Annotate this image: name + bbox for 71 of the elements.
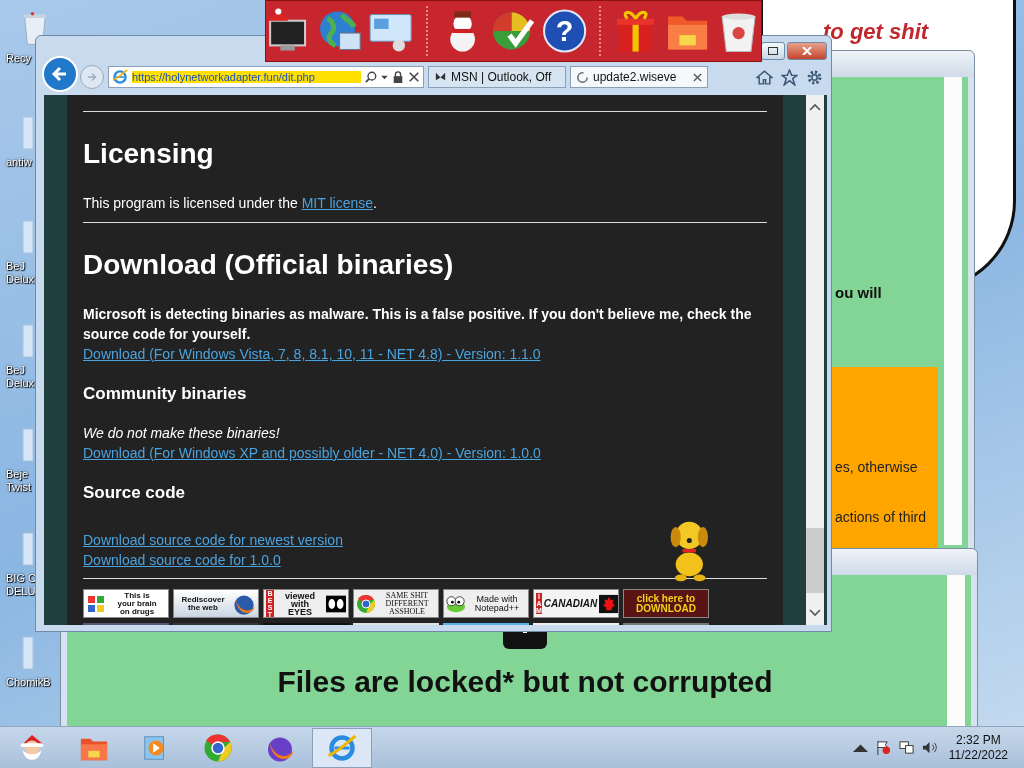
badge-text: This is your brain on drugs	[116, 591, 158, 616]
badge-text: CANADIAN	[543, 599, 598, 608]
eyes-icon	[326, 593, 346, 614]
help-icon[interactable]: ?	[542, 8, 588, 54]
locked-message: Files are locked* but not corrupted	[277, 665, 773, 699]
license-text: This program is licensed under the MIT license.	[83, 194, 377, 213]
web-badge[interactable]: Made with Notepad++	[443, 589, 529, 618]
license-link[interactable]: MIT license	[301, 195, 373, 211]
notice-text: actions of third	[835, 509, 927, 525]
arrow-right-icon	[85, 70, 99, 84]
taskbar-button[interactable]	[312, 727, 372, 768]
scrollbar[interactable]	[806, 95, 824, 625]
maple-leaf-icon	[599, 593, 618, 614]
section-heading: Download (Official binaries)	[83, 249, 454, 281]
browser-tab[interactable]: update2.wiseve	[570, 66, 708, 88]
scroll-thumb[interactable]	[806, 528, 824, 593]
warning-text: Microsoft is detecting binaries as malware. This is a false positive. If you don't believe me, check the source code for yourself.	[83, 305, 753, 344]
clock-date: 11/22/2022	[948, 747, 1008, 763]
web-badge[interactable]: SAME SHIT DIFFERENT ASSHOLE	[353, 589, 439, 618]
star-icon[interactable]	[781, 68, 798, 86]
note-text: We do not make these binaries!	[83, 424, 280, 443]
windows-logo-icon	[86, 593, 106, 614]
home-icon[interactable]	[756, 68, 773, 86]
badge-text: viewed with EYES	[284, 591, 316, 616]
network-icon[interactable]	[898, 740, 914, 755]
close-icon[interactable]	[408, 71, 420, 83]
url-text[interactable]: https://holynetworkadapter.fun/dit.php	[132, 71, 361, 83]
browser-logo-icon	[112, 69, 128, 85]
maximize-button[interactable]	[761, 42, 785, 60]
badge-text: Rediscover the web	[180, 595, 226, 612]
settings-icon[interactable]	[806, 68, 823, 86]
chrome-logo-icon	[356, 593, 376, 614]
clock[interactable]: 2:32 PM 11/22/2022	[948, 732, 1008, 763]
subsection-heading: Community binaries	[83, 384, 247, 404]
maximize-icon	[768, 47, 778, 55]
tab-title: MSN | Outlook, Off	[451, 70, 553, 84]
web-badge[interactable]: click here to DOWNLOAD	[623, 589, 709, 618]
scroll-up-icon[interactable]	[809, 103, 821, 111]
address-bar[interactable]: https://holynetworkadapter.fun/dit.php	[108, 66, 424, 88]
search-icon[interactable]	[365, 71, 377, 83]
badge-text: SAME SHIT DIFFERENT ASSHOLE	[384, 591, 430, 616]
frog-icon	[446, 593, 466, 614]
download-link[interactable]: Download (For Windows XP and possibly older - NET 4.0) - Version: 1.0.0	[83, 443, 541, 463]
tab-title: update2.wiseve	[593, 70, 678, 84]
scrollbar[interactable]	[947, 575, 965, 727]
clock-time: 2:32 PM	[956, 732, 1001, 748]
scrollbar[interactable]	[944, 77, 962, 545]
bold-text: ou will	[835, 284, 882, 301]
browser-tab[interactable]: MSN | Outlook, Off	[428, 66, 566, 88]
notice-text: es, otherwise	[835, 459, 918, 475]
source-link[interactable]: Download source code for newest version	[83, 530, 343, 550]
close-button[interactable]	[787, 42, 827, 60]
flag-icon[interactable]	[875, 740, 891, 755]
loading-icon	[576, 70, 589, 84]
source-link[interactable]: Download source code for 1.0.0	[83, 550, 281, 570]
speaker-icon[interactable]	[921, 740, 937, 755]
badge-text: click here to DOWNLOAD	[635, 593, 697, 614]
section-heading: Licensing	[83, 138, 214, 170]
lock-icon[interactable]	[392, 71, 404, 83]
web-badge[interactable]: This is your brain on drugs	[83, 589, 169, 618]
browser-logo-icon	[327, 732, 357, 763]
back-button[interactable]	[42, 56, 78, 92]
badge-text: Made with Notepad++	[473, 594, 521, 613]
subsection-heading: Source code	[83, 483, 186, 503]
dropdown-icon[interactable]	[381, 74, 388, 80]
download-link[interactable]: Download (For Windows Vista, 7, 8, 8.1, 10, 11 - NET 4.8) - Version: 1.1.0	[83, 344, 541, 364]
close-tab-icon[interactable]	[693, 72, 702, 82]
chrome-logo-icon	[203, 732, 233, 763]
web-badge[interactable]: Rediscover the web	[173, 589, 259, 618]
scroll-down-icon[interactable]	[809, 609, 821, 617]
close-icon	[802, 47, 812, 55]
